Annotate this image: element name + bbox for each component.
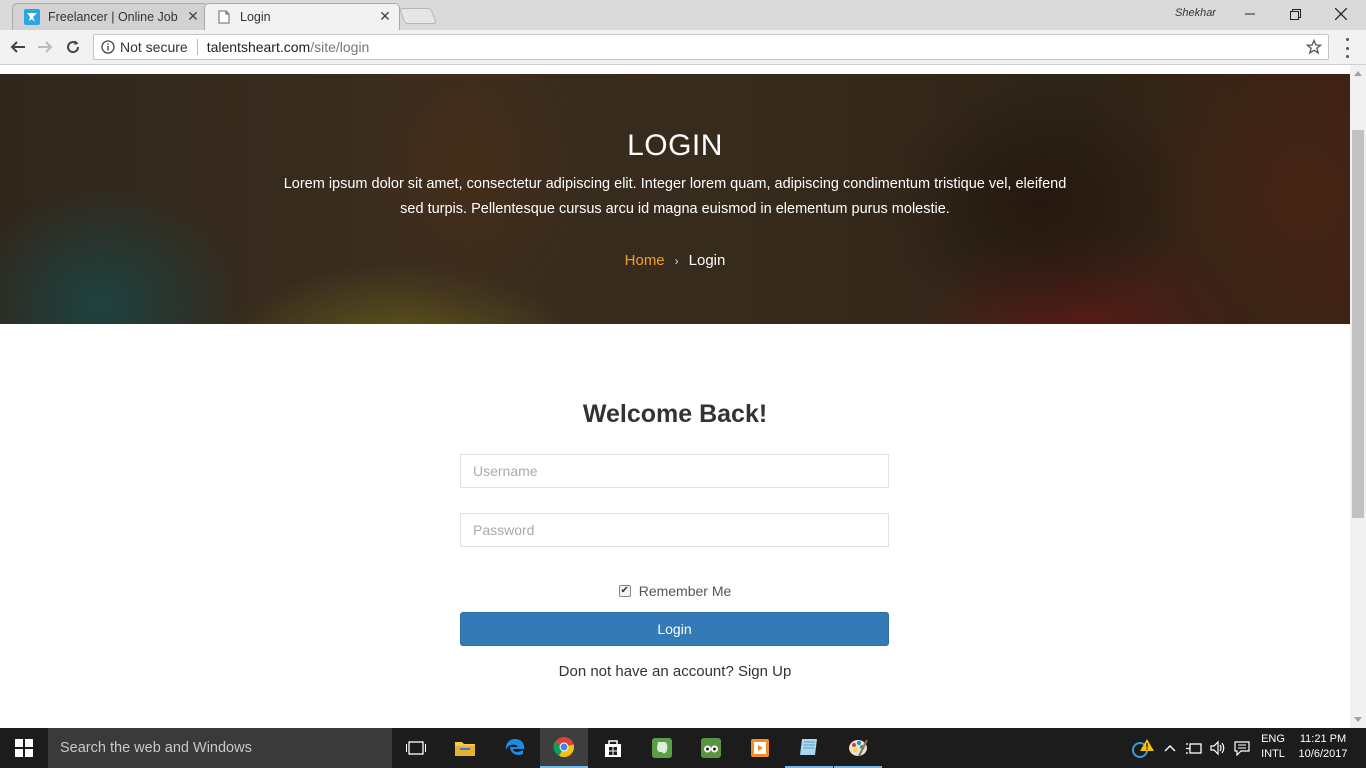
browser-menu-icon[interactable] <box>1341 38 1353 58</box>
profile-name[interactable]: Shekhar <box>1175 7 1216 19</box>
page-title: LOGIN <box>627 129 723 162</box>
tab-strip: Freelancer | Online Jobs | ✕ Login ✕ She… <box>0 0 1366 30</box>
system-clock[interactable]: 11:21 PM 10/6/2017 <box>1293 732 1353 762</box>
breadcrumb-current: Login <box>688 252 726 269</box>
forward-arrow-icon[interactable] <box>34 36 56 58</box>
task-view-icon[interactable] <box>392 728 440 768</box>
tab-title: Login <box>240 9 271 24</box>
close-tab-icon[interactable]: ✕ <box>378 8 392 25</box>
url-host[interactable]: talentsheart.com <box>207 39 311 55</box>
omnibox-divider <box>196 39 198 55</box>
info-icon[interactable] <box>100 39 116 55</box>
restore-button[interactable] <box>1280 4 1310 24</box>
hero-description: Lorem ipsum dolor sit amet, consectetur … <box>283 176 1067 217</box>
security-label[interactable]: Not secure <box>120 39 188 55</box>
action-center-icon[interactable] <box>1232 728 1252 768</box>
close-tab-icon[interactable]: ✕ <box>186 8 200 25</box>
page-viewport: LOGIN Lorem ipsum dolor sit amet, consec… <box>0 65 1350 728</box>
file-explorer-icon[interactable] <box>441 728 489 768</box>
address-bar[interactable]: Not secure talentsheart.com/site/login <box>93 34 1329 60</box>
power-plug-icon[interactable] <box>1184 728 1204 768</box>
clock-date: 10/6/2017 <box>1298 748 1348 760</box>
close-window-button[interactable] <box>1326 4 1356 24</box>
breadcrumb-home-link[interactable]: Home <box>625 252 665 269</box>
login-button[interactable]: Login <box>460 612 889 646</box>
signup-link[interactable]: Don not have an account? Sign Up <box>0 663 1350 680</box>
url-path[interactable]: /site/login <box>310 39 369 55</box>
bookmark-star-icon[interactable] <box>1305 38 1323 58</box>
reload-icon[interactable] <box>62 36 84 58</box>
keyboard-layout: INTL <box>1261 748 1285 760</box>
windows-taskbar: Search the web and Windows ENG INTL 11:2… <box>0 728 1366 768</box>
scroll-down-icon[interactable] <box>1354 717 1362 722</box>
edge-icon[interactable] <box>491 728 539 768</box>
language-code: ENG <box>1261 733 1285 745</box>
welcome-heading: Welcome Back! <box>582 400 768 428</box>
input-language[interactable]: ENG INTL <box>1256 732 1290 762</box>
browser-toolbar: Not secure talentsheart.com/site/login <box>0 30 1366 65</box>
chrome-icon[interactable] <box>540 728 588 768</box>
freelancer-logo-icon <box>24 8 40 25</box>
show-hidden-icons-icon[interactable] <box>1162 728 1178 768</box>
chevron-right-icon: › <box>674 253 679 268</box>
evernote-icon[interactable] <box>638 728 686 768</box>
tab-login[interactable]: Login ✕ <box>204 3 400 30</box>
volume-icon[interactable] <box>1208 728 1228 768</box>
taskbar-search-box[interactable]: Search the web and Windows <box>48 728 392 768</box>
password-input[interactable] <box>460 513 889 547</box>
tripadvisor-icon[interactable] <box>687 728 735 768</box>
hero-banner: LOGIN Lorem ipsum dolor sit amet, consec… <box>0 74 1350 324</box>
tab-title: Freelancer | Online Jobs | <box>48 9 178 24</box>
remember-me-label[interactable]: Remember Me <box>639 583 732 599</box>
page-icon <box>216 9 232 25</box>
clock-time: 11:21 PM <box>1299 733 1347 745</box>
username-input[interactable] <box>460 454 889 488</box>
back-arrow-icon[interactable] <box>7 36 29 58</box>
store-icon[interactable] <box>589 728 637 768</box>
network-warning-icon[interactable] <box>1128 728 1158 768</box>
page-scrollbar[interactable] <box>1350 65 1366 728</box>
remember-me-checkbox[interactable]: ✔ <box>618 585 631 597</box>
windows-start-icon[interactable] <box>0 728 48 768</box>
scroll-up-icon[interactable] <box>1354 71 1362 76</box>
paint-icon[interactable] <box>834 728 882 768</box>
media-player-icon[interactable] <box>736 728 784 768</box>
breadcrumb: Home › Login <box>0 252 1350 269</box>
scrollbar-thumb[interactable] <box>1352 130 1364 518</box>
remember-me-row: ✔ Remember Me <box>0 583 1350 599</box>
tab-freelancer[interactable]: Freelancer | Online Jobs | ✕ <box>12 3 208 30</box>
new-tab-button[interactable] <box>399 8 437 24</box>
minimize-button[interactable] <box>1235 4 1265 24</box>
notes-icon[interactable] <box>785 728 833 768</box>
